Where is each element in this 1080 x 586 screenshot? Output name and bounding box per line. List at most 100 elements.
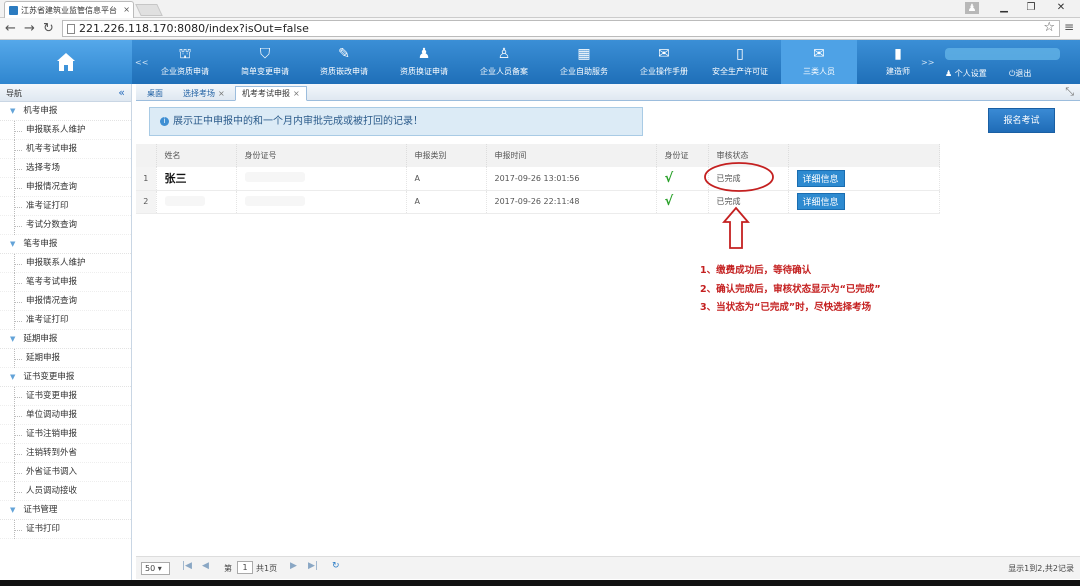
sidebar-item[interactable]: 注销转到外省: [0, 444, 131, 463]
topnav-item-icon: ♟: [417, 46, 431, 62]
tab-desktop[interactable]: 桌面: [140, 86, 170, 101]
main-content: 桌面 选择考场 × 机考考试申报 × ⤡ i 展示正中申报中的和一个月内审批完成或被打…: [136, 84, 1080, 586]
topnav-item-label: 企业资质申请: [161, 67, 209, 76]
time-cell: 2017-09-26 22:11:48: [486, 190, 657, 214]
sidebar-item[interactable]: 准考证打印: [0, 311, 131, 330]
user-settings-label: 个人设置: [954, 69, 987, 78]
logout-label: 退出: [1015, 69, 1032, 78]
sidebar-group-label: 证书变更申报: [23, 372, 75, 382]
forward-icon[interactable]: →: [24, 22, 35, 35]
sidebar-item[interactable]: 笔考考试申报: [0, 273, 131, 292]
tab-tools-icon[interactable]: ⤡: [1065, 85, 1074, 99]
page-number-input[interactable]: 1: [237, 561, 253, 574]
topnav-item[interactable]: ✎ 资质嵌改申请: [306, 40, 382, 84]
page-size-select[interactable]: 50 ▾: [141, 562, 170, 575]
sidebar-item[interactable]: 人员调动接收: [0, 482, 131, 501]
bookmark-star-icon[interactable]: ☆: [1043, 20, 1055, 35]
close-window-icon[interactable]: ✕: [1052, 1, 1070, 15]
sidebar-item[interactable]: 证书变更申报: [0, 387, 131, 406]
sidebar-item[interactable]: 证书注销申报: [0, 425, 131, 444]
collapse-sidebar-icon[interactable]: «: [118, 86, 125, 99]
user-settings-link[interactable]: ♟ 个人设置: [945, 68, 987, 79]
records-table: 姓名 身份证号 申报类别 申报时间 身份证 审核状态 1 张三 A 2017-0…: [136, 144, 940, 214]
tab-computer-exam-apply[interactable]: 机考考试申报 ×: [235, 86, 307, 101]
topnav-item-label: 企业人员备案: [480, 67, 528, 76]
profile-icon[interactable]: ♟: [965, 2, 979, 14]
sidebar-group[interactable]: ▼ 机考申报: [0, 102, 131, 121]
sidebar-group[interactable]: ▼ 笔考申报: [0, 235, 131, 254]
home-button[interactable]: [0, 40, 132, 84]
detail-button[interactable]: 详细信息: [796, 193, 845, 210]
topnav-item[interactable]: ⛉ 简单变更申请: [227, 40, 303, 84]
page-size-value: 50: [145, 564, 156, 573]
sidebar-item[interactable]: 证书打印: [0, 520, 131, 539]
sidebar-item[interactable]: 申报联系人维护: [0, 121, 131, 140]
col-time: 申报时间: [486, 144, 657, 167]
restore-icon[interactable]: ❐: [1022, 1, 1040, 15]
col-action: [788, 144, 940, 167]
sidebar-item[interactable]: 延期申报: [0, 349, 131, 368]
close-tab-icon[interactable]: ×: [123, 5, 130, 14]
topnav-item[interactable]: ✉ 三类人员: [781, 40, 857, 84]
back-icon[interactable]: ←: [5, 22, 16, 35]
topnav-item[interactable]: ▦ 企业自助服务: [546, 40, 622, 84]
browser-menu-icon[interactable]: ≡: [1064, 20, 1074, 34]
tab-select-venue[interactable]: 选择考场 ×: [176, 86, 232, 101]
idnumber-cell: [236, 167, 407, 191]
sidebar-item[interactable]: 申报联系人维护: [0, 254, 131, 273]
page-tabs: 桌面 选择考场 × 机考考试申报 × ⤡: [136, 84, 1080, 101]
apply-exam-button[interactable]: 报名考试: [988, 108, 1055, 133]
topnav-item[interactable]: ♟ 资质换证申请: [386, 40, 462, 84]
page-icon: [67, 24, 75, 34]
sidebar-group[interactable]: ▼ 证书变更申报: [0, 368, 131, 387]
last-page-icon[interactable]: ▶|: [308, 561, 318, 571]
browser-tab[interactable]: 江苏省建筑业监管信息平台 ×: [4, 1, 134, 18]
refresh-icon[interactable]: ↻: [332, 561, 340, 571]
expand-triangle-icon: ▼: [10, 335, 16, 343]
minimize-icon[interactable]: ▁: [995, 1, 1013, 15]
close-tab-icon[interactable]: ×: [218, 89, 225, 98]
topnav-item-label: 三类人员: [803, 67, 835, 76]
sidebar-item[interactable]: 机考考试申报: [0, 140, 131, 159]
notice-banner: i 展示正中申报中的和一个月内审批完成或被打回的记录！: [149, 107, 643, 136]
detail-button[interactable]: 详细信息: [796, 169, 845, 187]
topnav-item[interactable]: ✉ 企业操作手册: [626, 40, 702, 84]
sidebar-item[interactable]: 单位调动申报: [0, 406, 131, 425]
url-input[interactable]: 221.226.118.170:8080/index?isOut=false ☆: [62, 20, 1060, 37]
idnumber-cell: [236, 190, 407, 214]
tab-select-venue-label: 选择考场: [183, 89, 215, 98]
sidebar-group[interactable]: ▼ 证书管理: [0, 501, 131, 520]
sidebar-group[interactable]: ▼ 延期申报: [0, 330, 131, 349]
sidebar-item[interactable]: 申报情况查询: [0, 178, 131, 197]
sidebar-item[interactable]: 申报情况查询: [0, 292, 131, 311]
new-tab-button[interactable]: [135, 4, 163, 16]
expand-triangle-icon: ▼: [10, 240, 16, 248]
action-cell: 详细信息: [788, 167, 940, 191]
annotation-line-1: 1、缴费成功后，等待确认: [700, 265, 812, 276]
redacted-name: [164, 195, 205, 206]
topnav-item-icon: ▮: [894, 46, 902, 62]
logout-link[interactable]: ⏻退出: [1009, 68, 1031, 79]
row-number: 1: [136, 167, 157, 191]
reload-icon[interactable]: ↻: [43, 22, 54, 35]
sidebar-item[interactable]: 考试分数查询: [0, 216, 131, 235]
topnav-item-label: 资质嵌改申请: [320, 67, 368, 76]
table-row: 1 张三 A 2017-09-26 13:01:56 √ 已完成 详细信息: [136, 167, 940, 191]
sidebar-item[interactable]: 准考证打印: [0, 197, 131, 216]
sidebar-group-label: 笔考申报: [23, 239, 58, 249]
sidebar-item[interactable]: 外省证书调入: [0, 463, 131, 482]
nav-scroll-right-icon[interactable]: >>: [921, 58, 934, 67]
sidebar-item[interactable]: 选择考场: [0, 159, 131, 178]
topnav-item-icon: ✉: [813, 46, 825, 62]
close-tab-icon[interactable]: ×: [293, 89, 300, 98]
topnav-item[interactable]: ▯ 安全生产许可证: [702, 40, 778, 84]
status-cell: 已完成: [708, 167, 789, 191]
topnav-item[interactable]: ⛫ 企业资质申请: [147, 40, 223, 84]
topnav-item[interactable]: ♙ 企业人员备案: [466, 40, 542, 84]
expand-triangle-icon: ▼: [10, 373, 16, 381]
next-page-icon[interactable]: ▶: [290, 561, 297, 571]
first-page-icon[interactable]: |◀: [182, 561, 192, 571]
topnav-item-label: 安全生产许可证: [712, 67, 768, 76]
prev-page-icon[interactable]: ◀: [202, 561, 209, 571]
home-icon: [57, 53, 75, 71]
